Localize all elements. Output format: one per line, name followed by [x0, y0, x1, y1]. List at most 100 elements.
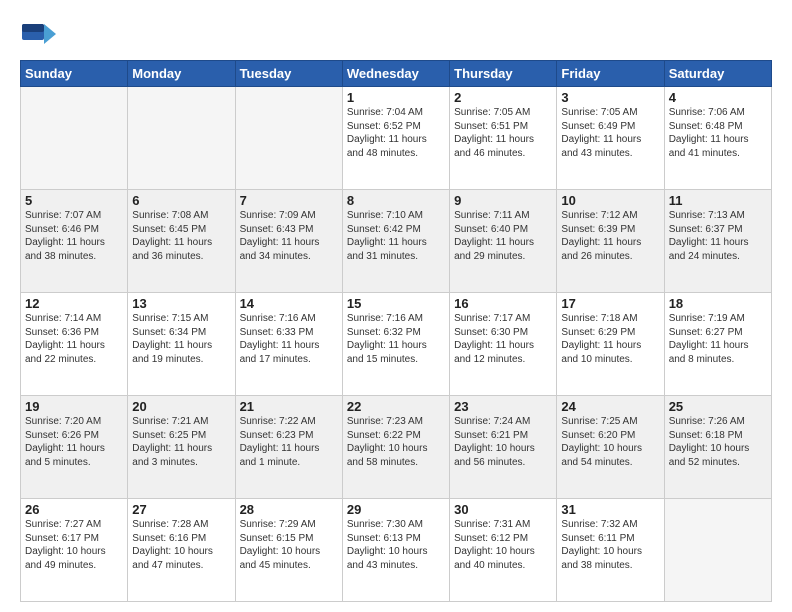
page: SundayMondayTuesdayWednesdayThursdayFrid…: [0, 0, 792, 612]
day-info: Sunrise: 7:14 AM Sunset: 6:36 PM Dayligh…: [25, 312, 123, 366]
day-number: 12: [25, 296, 123, 311]
day-number: 13: [132, 296, 230, 311]
day-number: 15: [347, 296, 445, 311]
week-row-3: 19Sunrise: 7:20 AM Sunset: 6:26 PM Dayli…: [21, 396, 772, 499]
calendar-cell: 26Sunrise: 7:27 AM Sunset: 6:17 PM Dayli…: [21, 499, 128, 602]
day-info: Sunrise: 7:04 AM Sunset: 6:52 PM Dayligh…: [347, 106, 445, 160]
day-number: 11: [669, 193, 767, 208]
weekday-header-row: SundayMondayTuesdayWednesdayThursdayFrid…: [21, 61, 772, 87]
day-info: Sunrise: 7:13 AM Sunset: 6:37 PM Dayligh…: [669, 209, 767, 263]
calendar-cell: 13Sunrise: 7:15 AM Sunset: 6:34 PM Dayli…: [128, 293, 235, 396]
calendar-cell: 24Sunrise: 7:25 AM Sunset: 6:20 PM Dayli…: [557, 396, 664, 499]
day-info: Sunrise: 7:25 AM Sunset: 6:20 PM Dayligh…: [561, 415, 659, 469]
calendar-cell: [235, 87, 342, 190]
weekday-header-monday: Monday: [128, 61, 235, 87]
calendar-cell: 12Sunrise: 7:14 AM Sunset: 6:36 PM Dayli…: [21, 293, 128, 396]
day-info: Sunrise: 7:06 AM Sunset: 6:48 PM Dayligh…: [669, 106, 767, 160]
calendar-cell: 5Sunrise: 7:07 AM Sunset: 6:46 PM Daylig…: [21, 190, 128, 293]
calendar-cell: [664, 499, 771, 602]
day-number: 17: [561, 296, 659, 311]
day-number: 7: [240, 193, 338, 208]
weekday-header-saturday: Saturday: [664, 61, 771, 87]
day-info: Sunrise: 7:22 AM Sunset: 6:23 PM Dayligh…: [240, 415, 338, 469]
calendar-cell: 11Sunrise: 7:13 AM Sunset: 6:37 PM Dayli…: [664, 190, 771, 293]
day-number: 25: [669, 399, 767, 414]
day-number: 22: [347, 399, 445, 414]
week-row-2: 12Sunrise: 7:14 AM Sunset: 6:36 PM Dayli…: [21, 293, 772, 396]
calendar-cell: 20Sunrise: 7:21 AM Sunset: 6:25 PM Dayli…: [128, 396, 235, 499]
calendar-cell: 14Sunrise: 7:16 AM Sunset: 6:33 PM Dayli…: [235, 293, 342, 396]
day-info: Sunrise: 7:10 AM Sunset: 6:42 PM Dayligh…: [347, 209, 445, 263]
day-info: Sunrise: 7:12 AM Sunset: 6:39 PM Dayligh…: [561, 209, 659, 263]
calendar-cell: 29Sunrise: 7:30 AM Sunset: 6:13 PM Dayli…: [342, 499, 449, 602]
calendar-cell: 25Sunrise: 7:26 AM Sunset: 6:18 PM Dayli…: [664, 396, 771, 499]
day-info: Sunrise: 7:27 AM Sunset: 6:17 PM Dayligh…: [25, 518, 123, 572]
day-info: Sunrise: 7:05 AM Sunset: 6:51 PM Dayligh…: [454, 106, 552, 160]
day-info: Sunrise: 7:15 AM Sunset: 6:34 PM Dayligh…: [132, 312, 230, 366]
calendar-cell: 17Sunrise: 7:18 AM Sunset: 6:29 PM Dayli…: [557, 293, 664, 396]
week-row-4: 26Sunrise: 7:27 AM Sunset: 6:17 PM Dayli…: [21, 499, 772, 602]
weekday-header-friday: Friday: [557, 61, 664, 87]
header: [20, 16, 772, 52]
day-number: 1: [347, 90, 445, 105]
calendar-cell: 18Sunrise: 7:19 AM Sunset: 6:27 PM Dayli…: [664, 293, 771, 396]
calendar-cell: [21, 87, 128, 190]
day-number: 3: [561, 90, 659, 105]
day-info: Sunrise: 7:19 AM Sunset: 6:27 PM Dayligh…: [669, 312, 767, 366]
day-info: Sunrise: 7:07 AM Sunset: 6:46 PM Dayligh…: [25, 209, 123, 263]
day-number: 26: [25, 502, 123, 517]
day-number: 18: [669, 296, 767, 311]
calendar-cell: 4Sunrise: 7:06 AM Sunset: 6:48 PM Daylig…: [664, 87, 771, 190]
calendar-cell: 7Sunrise: 7:09 AM Sunset: 6:43 PM Daylig…: [235, 190, 342, 293]
day-info: Sunrise: 7:20 AM Sunset: 6:26 PM Dayligh…: [25, 415, 123, 469]
day-info: Sunrise: 7:05 AM Sunset: 6:49 PM Dayligh…: [561, 106, 659, 160]
day-info: Sunrise: 7:32 AM Sunset: 6:11 PM Dayligh…: [561, 518, 659, 572]
day-number: 8: [347, 193, 445, 208]
day-info: Sunrise: 7:26 AM Sunset: 6:18 PM Dayligh…: [669, 415, 767, 469]
day-number: 6: [132, 193, 230, 208]
calendar-cell: 10Sunrise: 7:12 AM Sunset: 6:39 PM Dayli…: [557, 190, 664, 293]
day-number: 24: [561, 399, 659, 414]
calendar-cell: 15Sunrise: 7:16 AM Sunset: 6:32 PM Dayli…: [342, 293, 449, 396]
day-info: Sunrise: 7:16 AM Sunset: 6:32 PM Dayligh…: [347, 312, 445, 366]
day-number: 30: [454, 502, 552, 517]
week-row-1: 5Sunrise: 7:07 AM Sunset: 6:46 PM Daylig…: [21, 190, 772, 293]
day-info: Sunrise: 7:09 AM Sunset: 6:43 PM Dayligh…: [240, 209, 338, 263]
day-info: Sunrise: 7:23 AM Sunset: 6:22 PM Dayligh…: [347, 415, 445, 469]
weekday-header-wednesday: Wednesday: [342, 61, 449, 87]
day-number: 20: [132, 399, 230, 414]
day-info: Sunrise: 7:16 AM Sunset: 6:33 PM Dayligh…: [240, 312, 338, 366]
day-number: 5: [25, 193, 123, 208]
calendar-cell: 6Sunrise: 7:08 AM Sunset: 6:45 PM Daylig…: [128, 190, 235, 293]
day-number: 27: [132, 502, 230, 517]
calendar-cell: 16Sunrise: 7:17 AM Sunset: 6:30 PM Dayli…: [450, 293, 557, 396]
logo: [20, 16, 60, 52]
calendar-cell: 30Sunrise: 7:31 AM Sunset: 6:12 PM Dayli…: [450, 499, 557, 602]
day-info: Sunrise: 7:29 AM Sunset: 6:15 PM Dayligh…: [240, 518, 338, 572]
calendar-cell: 8Sunrise: 7:10 AM Sunset: 6:42 PM Daylig…: [342, 190, 449, 293]
weekday-header-tuesday: Tuesday: [235, 61, 342, 87]
day-number: 2: [454, 90, 552, 105]
day-number: 14: [240, 296, 338, 311]
day-info: Sunrise: 7:24 AM Sunset: 6:21 PM Dayligh…: [454, 415, 552, 469]
weekday-header-thursday: Thursday: [450, 61, 557, 87]
day-info: Sunrise: 7:21 AM Sunset: 6:25 PM Dayligh…: [132, 415, 230, 469]
calendar-cell: 31Sunrise: 7:32 AM Sunset: 6:11 PM Dayli…: [557, 499, 664, 602]
day-number: 9: [454, 193, 552, 208]
day-info: Sunrise: 7:17 AM Sunset: 6:30 PM Dayligh…: [454, 312, 552, 366]
calendar-cell: 22Sunrise: 7:23 AM Sunset: 6:22 PM Dayli…: [342, 396, 449, 499]
day-info: Sunrise: 7:11 AM Sunset: 6:40 PM Dayligh…: [454, 209, 552, 263]
calendar-cell: 28Sunrise: 7:29 AM Sunset: 6:15 PM Dayli…: [235, 499, 342, 602]
calendar-cell: 3Sunrise: 7:05 AM Sunset: 6:49 PM Daylig…: [557, 87, 664, 190]
calendar-table: SundayMondayTuesdayWednesdayThursdayFrid…: [20, 60, 772, 602]
calendar-cell: [128, 87, 235, 190]
calendar-cell: 9Sunrise: 7:11 AM Sunset: 6:40 PM Daylig…: [450, 190, 557, 293]
day-number: 29: [347, 502, 445, 517]
calendar-cell: 21Sunrise: 7:22 AM Sunset: 6:23 PM Dayli…: [235, 396, 342, 499]
day-number: 31: [561, 502, 659, 517]
day-number: 28: [240, 502, 338, 517]
day-number: 21: [240, 399, 338, 414]
calendar-cell: 1Sunrise: 7:04 AM Sunset: 6:52 PM Daylig…: [342, 87, 449, 190]
calendar-cell: 27Sunrise: 7:28 AM Sunset: 6:16 PM Dayli…: [128, 499, 235, 602]
weekday-header-sunday: Sunday: [21, 61, 128, 87]
